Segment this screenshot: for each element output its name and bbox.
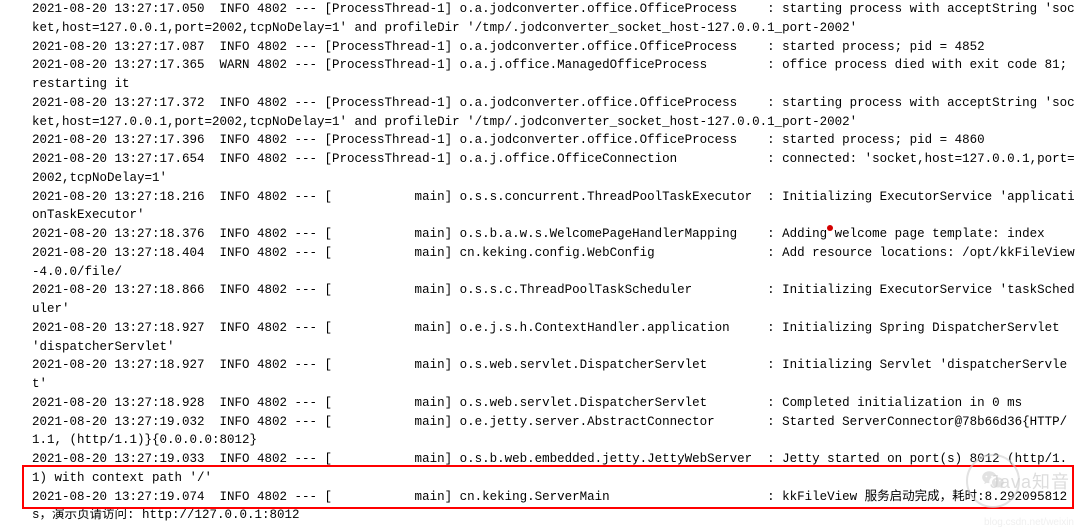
log-line: 2021-08-20 13:27:17.654 INFO 4802 --- [P… [32,150,1076,188]
log-line: 2021-08-20 13:27:18.866 INFO 4802 --- [ … [32,281,1076,319]
log-output: 2021-08-20 13:27:17.050 INFO 4802 --- [P… [0,0,1080,529]
log-line: 2021-08-20 13:27:17.050 INFO 4802 --- [P… [32,0,1076,38]
log-line: 2021-08-20 13:27:18.376 INFO 4802 --- [ … [32,225,1076,244]
log-line: 2021-08-20 13:27:18.216 INFO 4802 --- [ … [32,188,1076,226]
log-line: 2021-08-20 13:27:18.404 INFO 4802 --- [ … [32,244,1076,282]
log-line: 2021-08-20 13:27:17.365 WARN 4802 --- [P… [32,56,1076,94]
log-line: 2021-08-20 13:27:18.928 INFO 4802 --- [ … [32,394,1076,413]
log-line: 2021-08-20 13:27:19.032 INFO 4802 --- [ … [32,413,1076,451]
log-line: 2021-08-20 13:27:19.033 INFO 4802 --- [ … [32,450,1076,488]
log-line: 2021-08-20 13:27:18.927 INFO 4802 --- [ … [32,356,1076,394]
log-line: 2021-08-20 13:27:18.927 INFO 4802 --- [ … [32,319,1076,357]
log-line: 2021-08-20 13:27:17.396 INFO 4802 --- [P… [32,131,1076,150]
log-line: 2021-08-20 13:27:17.087 INFO 4802 --- [P… [32,38,1076,57]
log-line: 2021-08-20 13:27:19.074 INFO 4802 --- [ … [32,488,1076,526]
log-line: 2021-08-20 13:27:17.372 INFO 4802 --- [P… [32,94,1076,132]
